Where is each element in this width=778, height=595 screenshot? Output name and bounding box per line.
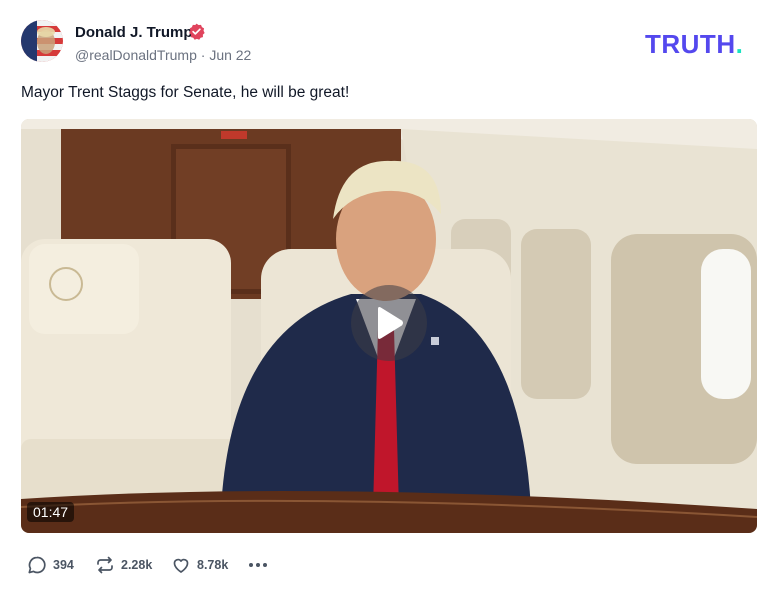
author-meta: @realDonaldTrump · Jun 22 xyxy=(75,47,251,63)
like-button[interactable]: 8.78k xyxy=(171,555,228,575)
video-player[interactable]: 01:47 xyxy=(21,119,757,533)
more-dots-icon xyxy=(249,563,267,567)
logo-text: TRUTH xyxy=(645,29,736,59)
reply-button[interactable]: 394 xyxy=(27,555,74,575)
retruth-button[interactable]: 2.28k xyxy=(95,555,152,575)
play-button[interactable] xyxy=(351,285,427,361)
logo-dot: . xyxy=(735,29,744,59)
author-handle[interactable]: @realDonaldTrump xyxy=(75,47,197,63)
video-duration: 01:47 xyxy=(27,502,75,522)
comment-icon xyxy=(28,556,46,574)
like-count: 8.78k xyxy=(197,558,229,572)
retruth-count: 2.28k xyxy=(121,558,153,572)
truth-logo[interactable]: TRUTH. xyxy=(645,29,743,60)
retruth-icon xyxy=(97,556,113,574)
author-name[interactable]: Donald J. Trump xyxy=(75,24,193,41)
more-options-button[interactable] xyxy=(248,555,268,575)
avatar-image xyxy=(21,20,63,62)
avatar[interactable] xyxy=(21,20,63,62)
play-icon xyxy=(378,307,403,339)
verified-badge-icon xyxy=(189,23,205,40)
post-date[interactable]: Jun 22 xyxy=(209,47,251,63)
post-text: Mayor Trent Staggs for Senate, he will b… xyxy=(21,84,350,101)
post-card: Donald J. Trump @realDonaldTrump · Jun 2… xyxy=(0,0,778,595)
heart-icon xyxy=(173,558,189,573)
meta-separator: · xyxy=(200,47,206,63)
reply-count: 394 xyxy=(53,558,74,572)
